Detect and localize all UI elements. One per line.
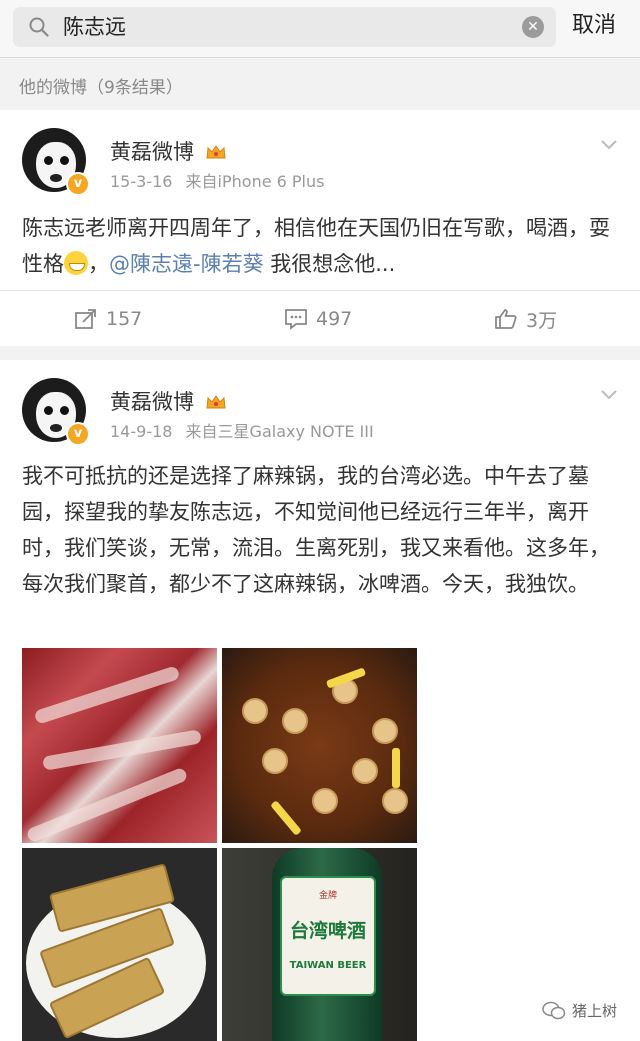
results-count-label: 他的微博（9条结果）: [19, 78, 183, 98]
post-meta: 15-3-16 来自iPhone 6 Plus: [110, 168, 324, 192]
post-text: 我不可抵抗的还是选择了麻辣锅，我的台湾必选。中午去了墓园，探望我的挚友陈志远，不…: [22, 464, 610, 596]
search-input[interactable]: 陈志远 ✕: [13, 7, 556, 47]
watermark-text: 猪上树: [572, 1002, 618, 1020]
avatar[interactable]: v: [22, 128, 90, 196]
avatar-nose: [50, 424, 62, 432]
like-count: 3万: [526, 309, 558, 332]
action-bar: 157 497 3万: [0, 290, 640, 346]
username-text: 黄磊微博: [110, 390, 194, 414]
photo-hotpot[interactable]: [222, 648, 417, 843]
search-bar: 陈志远 ✕ 取消: [0, 0, 640, 58]
post-source: 来自iPhone 6 Plus: [185, 172, 325, 191]
repost-icon: [75, 309, 96, 329]
verified-badge-icon: v: [66, 422, 90, 446]
post-username[interactable]: 黄磊微博: [110, 386, 227, 416]
repost-count: 157: [106, 308, 143, 330]
avatar-eye: [60, 156, 69, 165]
comment-button[interactable]: 497: [284, 305, 352, 333]
wechat-icon: [542, 1001, 566, 1019]
comment-icon: [285, 309, 307, 330]
avatar-eye: [44, 406, 53, 415]
comment-count: 497: [316, 308, 353, 330]
verified-badge-icon: v: [66, 172, 90, 196]
post-date: 14-9-18: [110, 422, 173, 441]
photo-tofu[interactable]: [22, 848, 217, 1041]
grin-emoji-icon: [64, 251, 88, 275]
mention-link[interactable]: @陳志遠-陳若葵: [109, 252, 264, 276]
avatar-nose: [50, 174, 62, 182]
search-query: 陈志远: [63, 15, 126, 39]
vip-crown-icon: [206, 395, 226, 409]
vip-crown-icon: [206, 145, 226, 159]
avatar-eye: [44, 156, 53, 165]
post-text: 陈志远老师离开四周年了，相信他在天国仍旧在写歌，喝酒，耍性格 ，@陳志遠-陳若葵 …: [22, 210, 622, 282]
post-meta: 14-9-18 来自三星Galaxy NOTE III: [110, 418, 374, 442]
repost-button[interactable]: 157: [74, 305, 142, 333]
post-date: 15-3-16: [110, 172, 173, 191]
beer-label-top: 金牌: [318, 891, 337, 901]
chevron-down-icon[interactable]: [600, 136, 618, 154]
photo-beef-slices[interactable]: [22, 648, 217, 843]
chevron-down-icon[interactable]: [600, 386, 618, 404]
results-header: 他的微博（9条结果）: [0, 58, 640, 110]
avatar[interactable]: v: [22, 378, 90, 446]
clear-search-icon[interactable]: ✕: [522, 16, 544, 38]
post-card[interactable]: v 黄磊微博 15-3-16 来自iPhone 6 Plus 陈志远老师离开四周…: [0, 110, 640, 346]
like-button[interactable]: 3万: [494, 305, 557, 333]
beer-label-en: TAIWAN BEER: [289, 960, 367, 971]
search-icon: [29, 17, 49, 37]
post-card[interactable]: v 黄磊微博 14-9-18 来自三星Galaxy NOTE III 我不可抵抗…: [0, 360, 640, 1041]
cancel-button[interactable]: 取消: [572, 12, 616, 40]
avatar-eye: [60, 406, 69, 415]
post-source: 来自三星Galaxy NOTE III: [185, 422, 374, 441]
thumbs-up-icon: [495, 309, 517, 329]
watermark: 猪上树: [542, 1000, 617, 1021]
post-text-part: 我很想念他...: [263, 252, 396, 276]
photo-taiwan-beer[interactable]: 金牌 台湾啤酒 TAIWAN BEER: [222, 848, 417, 1041]
post-text-part: ，: [88, 252, 109, 276]
username-text: 黄磊微博: [110, 140, 194, 164]
post-username[interactable]: 黄磊微博: [110, 136, 227, 166]
beer-label: 台湾啤酒: [289, 920, 366, 942]
